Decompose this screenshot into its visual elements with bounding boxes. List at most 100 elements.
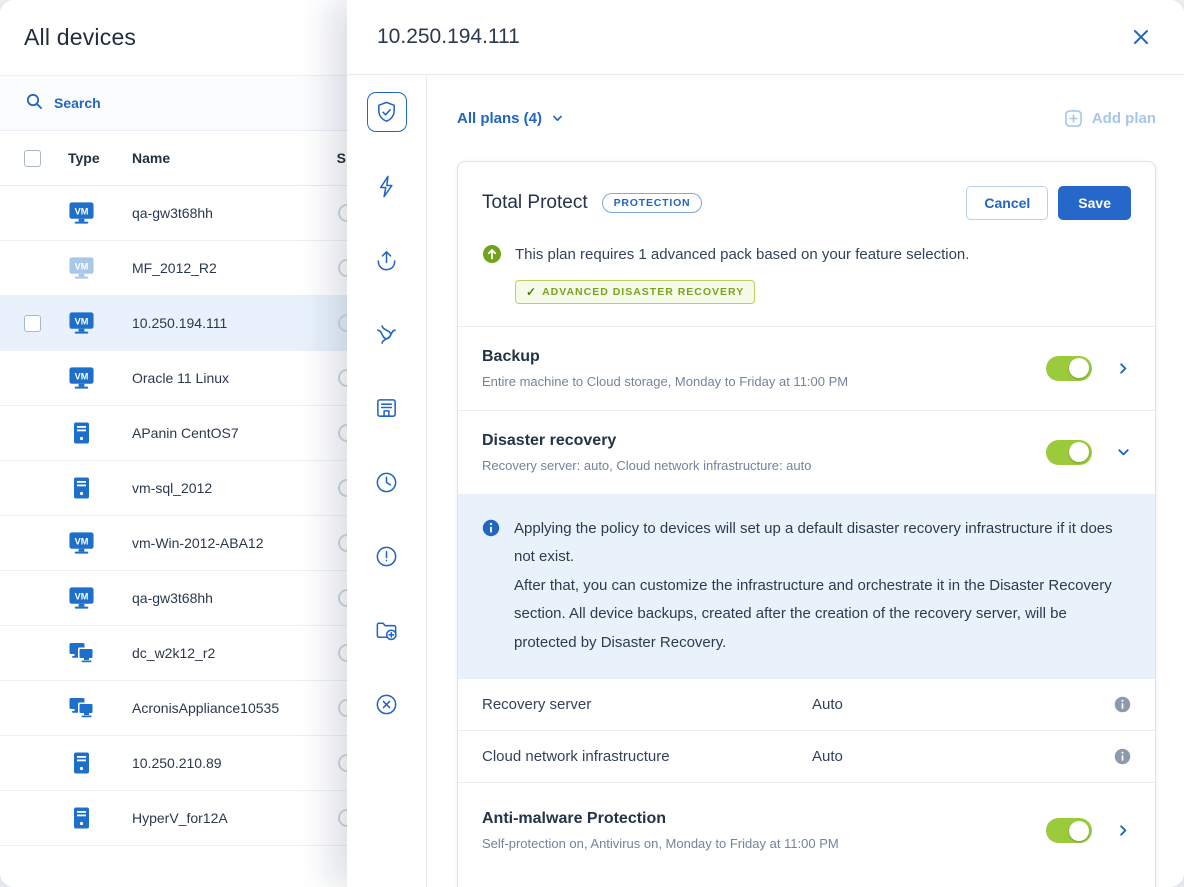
device-title: 10.250.194.111 <box>377 25 1128 49</box>
close-button[interactable] <box>1128 24 1154 50</box>
pack-badge: ✓ ADVANCED DISASTER RECOVERY <box>515 280 755 304</box>
module-backup[interactable]: Backup Entire machine to Cloud storage, … <box>458 326 1155 410</box>
vm-icon: VM <box>68 201 95 225</box>
chevron-down-icon <box>551 112 564 125</box>
clock-icon[interactable] <box>367 462 407 502</box>
device-row[interactable]: 10.250.210.89 <box>0 736 347 791</box>
check-icon: ✓ <box>526 285 536 299</box>
host-icon <box>68 696 95 720</box>
device-row[interactable]: APanin CentOS7 <box>0 406 347 461</box>
plan-actions: Cancel Save <box>966 186 1131 220</box>
all-devices-panel: All devices Search Type Name S VM qa-gw3t… <box>0 0 347 887</box>
module-disaster-recovery[interactable]: Disaster recovery Recovery server: auto,… <box>458 410 1155 494</box>
chevron-right-icon[interactable] <box>1116 823 1131 838</box>
info-icon[interactable] <box>1114 748 1131 765</box>
disaster-recovery-summary: Recovery server: auto, Cloud network inf… <box>482 458 811 473</box>
device-name: qa-gw3t68hh <box>132 590 347 606</box>
svg-text:VM: VM <box>75 371 89 381</box>
info-paragraph-2: After that, you can customize the infras… <box>514 572 1131 658</box>
weave-icon[interactable] <box>367 314 407 354</box>
device-table-header: Type Name S <box>0 131 347 186</box>
device-row[interactable]: VM qa-gw3t68hh <box>0 186 347 241</box>
left-panel-header: All devices <box>0 0 347 75</box>
device-list: VMqa-gw3t68hhVMMF_2012_R2VM10.250.194.11… <box>0 186 347 887</box>
device-name: AcronisAppliance10535 <box>132 700 347 716</box>
lightning-icon[interactable] <box>367 166 407 206</box>
anti-malware-summary: Self-protection on, Antivirus on, Monday… <box>482 836 839 851</box>
disaster-recovery-toggle[interactable] <box>1046 440 1092 465</box>
column-header-status[interactable]: S <box>337 150 346 166</box>
plans-dropdown-label: All plans (4) <box>457 110 542 127</box>
backup-summary: Entire machine to Cloud storage, Monday … <box>482 374 848 389</box>
device-name: 10.250.194.111 <box>132 315 347 331</box>
cancel-icon[interactable] <box>367 684 407 724</box>
device-name: vm-Win-2012-ABA12 <box>132 535 347 551</box>
shield-check-icon[interactable] <box>367 92 407 132</box>
server-icon <box>68 751 95 775</box>
advanced-pack-icon <box>482 244 502 304</box>
setting-row-cloud-network[interactable]: Cloud network infrastructure Auto <box>458 730 1155 783</box>
column-header-name[interactable]: Name <box>132 150 347 166</box>
info-icon[interactable] <box>1114 696 1131 713</box>
device-row[interactable]: VMOracle 11 Linux <box>0 351 347 406</box>
device-name: vm-sql_2012 <box>132 480 347 496</box>
search-bar[interactable]: Search <box>0 75 347 131</box>
save-button[interactable]: Save <box>1058 186 1131 220</box>
column-header-type[interactable]: Type <box>68 150 132 166</box>
device-row[interactable]: VM 10.250.194.111 <box>0 296 347 351</box>
device-row[interactable]: HyperV_for12A <box>0 791 347 846</box>
chevron-right-icon[interactable] <box>1116 361 1131 376</box>
svg-text:VM: VM <box>75 536 89 546</box>
page-title: All devices <box>24 24 136 51</box>
cancel-button[interactable]: Cancel <box>966 186 1048 220</box>
acronis-console: All devices Search Type Name S VM qa-gw3t… <box>0 0 1184 887</box>
info-icon <box>482 519 500 658</box>
vm-icon: VM <box>68 531 95 555</box>
device-details-flyout: 10.250.194.111 All plans (4) Add plan <box>347 0 1184 887</box>
plan-card: Total Protect PROTECTION Cancel Save Thi… <box>457 161 1156 887</box>
plan-title: Total Protect <box>482 192 588 214</box>
plans-dropdown[interactable]: All plans (4) <box>457 110 564 127</box>
chevron-down-icon[interactable] <box>1116 445 1131 460</box>
vm-offline-icon: VM <box>68 256 95 280</box>
flyout-header: 10.250.194.111 <box>347 0 1184 75</box>
device-name: APanin CentOS7 <box>132 425 347 441</box>
vault-icon[interactable] <box>367 388 407 428</box>
device-row[interactable]: VM vm-Win-2012-ABA12 <box>0 516 347 571</box>
svg-text:VM: VM <box>75 591 89 601</box>
module-anti-malware[interactable]: Anti-malware Protection Self-protection … <box>458 783 1155 872</box>
close-icon <box>1132 28 1150 46</box>
device-name: HyperV_for12A <box>132 810 347 826</box>
vm-icon: VM <box>68 311 95 335</box>
flyout-nav-rail <box>347 75 427 887</box>
setting-value: Auto <box>812 696 843 713</box>
device-row[interactable]: VM qa-gw3t68hh <box>0 571 347 626</box>
device-row[interactable]: VMMF_2012_R2 <box>0 241 347 296</box>
svg-text:VM: VM <box>75 206 89 216</box>
host-icon <box>68 641 95 665</box>
setting-label: Recovery server <box>482 696 812 713</box>
backup-toggle[interactable] <box>1046 356 1092 381</box>
pack-badge-label: ADVANCED DISASTER RECOVERY <box>542 286 744 298</box>
recovery-icon[interactable] <box>367 240 407 280</box>
select-all-checkbox[interactable] <box>24 150 41 167</box>
disaster-recovery-info-box: Applying the policy to devices will set … <box>458 494 1155 679</box>
alert-icon[interactable] <box>367 536 407 576</box>
row-checkbox[interactable] <box>24 315 41 332</box>
plan-type-badge: PROTECTION <box>602 193 703 213</box>
add-plan-button[interactable]: Add plan <box>1064 109 1156 128</box>
plan-requirement-note: This plan requires 1 advanced pack based… <box>458 238 1155 326</box>
device-name: qa-gw3t68hh <box>132 205 347 221</box>
device-row[interactable]: dc_w2k12_r2 <box>0 626 347 681</box>
add-plan-icon <box>1064 109 1083 128</box>
device-row[interactable]: AcronisAppliance10535 <box>0 681 347 736</box>
server-icon <box>68 421 95 445</box>
anti-malware-title: Anti-malware Protection <box>482 810 839 828</box>
plan-card-header: Total Protect PROTECTION Cancel Save <box>458 162 1155 238</box>
setting-row-recovery-server[interactable]: Recovery server Auto <box>458 678 1155 730</box>
device-row[interactable]: vm-sql_2012 <box>0 461 347 516</box>
svg-text:VM: VM <box>75 261 89 271</box>
folder-add-icon[interactable] <box>367 610 407 650</box>
anti-malware-toggle[interactable] <box>1046 818 1092 843</box>
setting-value: Auto <box>812 748 843 765</box>
